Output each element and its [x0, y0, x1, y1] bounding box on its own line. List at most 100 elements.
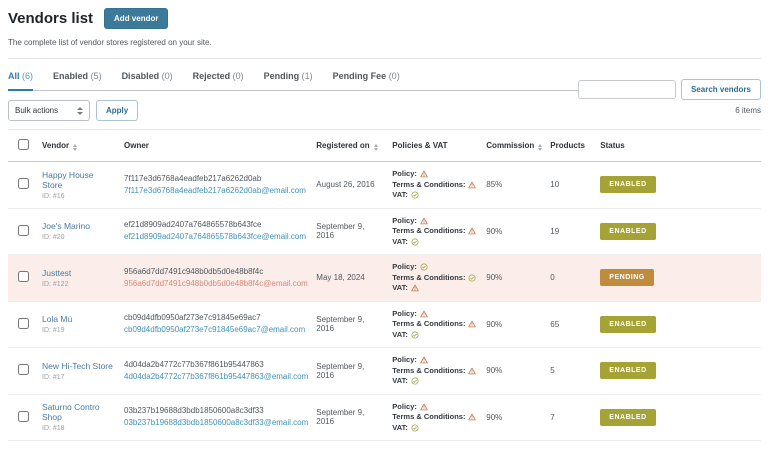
vendor-id: ID: #18: [42, 425, 65, 433]
row-checkbox[interactable]: [18, 178, 29, 190]
vendor-name-link[interactable]: Justtest: [42, 268, 71, 278]
row-checkbox[interactable]: [18, 224, 29, 236]
tab-disabled[interactable]: Disabled (0): [122, 71, 173, 91]
policy-status-icon: [420, 356, 428, 364]
products-count: 65: [546, 301, 597, 348]
vendor-name-link[interactable]: Joe's Marino: [42, 221, 90, 231]
sort-icon[interactable]: [538, 143, 543, 151]
vat-label: VAT:: [392, 329, 408, 339]
vendor-name-link[interactable]: New Hi-Tech Store: [42, 361, 113, 371]
table-row: New Hi-Tech Store ID: #17 4d04da2b4772c7…: [8, 347, 761, 395]
tab-all[interactable]: All (6): [8, 71, 34, 91]
owner-name: 7f117e3d6768a4eadfeb217a6262d0ab: [124, 173, 262, 183]
terms-status-icon: [468, 274, 476, 282]
status-badge: ENABLED: [600, 176, 656, 194]
row-checkbox[interactable]: [18, 364, 29, 376]
vendor-name-link[interactable]: Lola Mú: [42, 314, 72, 324]
search-input[interactable]: [577, 80, 676, 99]
search-vendors-button[interactable]: Search vendors: [680, 79, 761, 100]
terms-label: Terms & Conditions:: [392, 179, 466, 189]
vat-status-icon: [411, 331, 419, 339]
commission-value: 90%: [482, 254, 547, 302]
sort-icon[interactable]: [73, 143, 78, 151]
registered-date: September 9, 2016: [312, 347, 389, 395]
registered-date: September 9, 2016: [312, 208, 389, 255]
owner-email-link[interactable]: 956a6d7dd7491c948b0db5d0e48b8f4c@email.c…: [124, 279, 308, 289]
tab-rejected-count: (0): [232, 71, 244, 81]
status-badge: PENDING: [600, 269, 654, 287]
status-badge: ENABLED: [600, 222, 656, 240]
column-header-vendor[interactable]: Vendor: [38, 129, 120, 162]
tab-pending[interactable]: Pending (1): [264, 71, 313, 91]
table-row: Saturno Contro Shop ID: #18 03b237b19688…: [8, 394, 761, 441]
commission-value: 85%: [482, 161, 547, 209]
products-header-label: Products: [550, 141, 585, 150]
terms-label: Terms & Conditions:: [392, 226, 466, 235]
vat-status-icon: [411, 284, 419, 292]
table-row: Justtest ID: #122 956a6d7dd7491c948b0db5…: [8, 254, 761, 302]
tab-rejected[interactable]: Rejected (0): [193, 71, 244, 91]
table-header-row: Vendor Owner Registered on Policies & VA…: [8, 129, 761, 162]
row-checkbox[interactable]: [18, 317, 29, 329]
column-header-commission[interactable]: Commission: [482, 129, 547, 162]
table-row: Lola Mú ID: #19 cb09d4dfb0950af273e7c918…: [8, 301, 761, 348]
vat-label: VAT:: [392, 376, 408, 385]
owner-name: 03b237b19688d3bdb1850600a8c3df33: [124, 406, 264, 416]
vat-status-icon: [411, 377, 419, 385]
bulk-actions-select[interactable]: Bulk actions: [8, 100, 90, 121]
vendor-name-link[interactable]: Happy House Store: [42, 170, 116, 190]
bulk-actions-selected-value: Bulk actions: [15, 106, 59, 115]
commission-header-label: Commission: [486, 140, 535, 150]
policies-header-label: Policies & VAT: [392, 141, 448, 150]
vendors-list-page: Vendors list Add vendor The complete lis…: [0, 0, 769, 452]
owner-name: 4d04da2b4772c77b367f861b95447863: [124, 359, 264, 369]
tab-all-label: All: [8, 71, 20, 81]
commission-value: 90%: [482, 394, 547, 441]
tab-disabled-count: (0): [161, 71, 173, 81]
terms-label: Terms & Conditions:: [392, 412, 466, 421]
registered-date: September 9, 2016: [312, 394, 389, 441]
owner-email-link[interactable]: 03b237b19688d3bdb1850600a8c3df33@email.c…: [124, 418, 308, 428]
owner-email-link[interactable]: 7f117e3d6768a4eadfeb217a6262d0ab@email.c…: [124, 186, 306, 196]
table-row: Joe's Marino ID: #20 ef21d8909ad2407a764…: [8, 208, 761, 255]
apply-button[interactable]: Apply: [96, 100, 139, 121]
tab-pending-count: (1): [301, 71, 313, 81]
owner-name: ef21d8909ad2407a764865578b643fce: [124, 220, 262, 230]
add-vendor-button[interactable]: Add vendor: [104, 8, 169, 29]
policy-label: Policy:: [392, 308, 417, 318]
owner-email-link[interactable]: cb09d4dfb0950af273e7c91845e69ac7@email.c…: [124, 325, 305, 335]
row-checkbox[interactable]: [18, 271, 29, 283]
policy-status-icon: [420, 403, 428, 411]
items-count: 6 items: [735, 106, 761, 115]
tab-pending-fee[interactable]: Pending Fee (0): [333, 71, 400, 91]
owner-email-link[interactable]: ef21d8909ad2407a764865578b643fce@email.c…: [124, 232, 306, 242]
vendor-id: ID: #17: [42, 373, 65, 381]
vat-label: VAT:: [392, 190, 408, 199]
owner-email-link[interactable]: 4d04da2b4772c77b367f861b95447863@email.c…: [124, 372, 308, 382]
select-all-checkbox[interactable]: [18, 139, 29, 150]
column-header-registered[interactable]: Registered on: [312, 129, 389, 162]
status-header-label: Status: [600, 141, 625, 150]
tab-enabled-count: (5): [90, 71, 102, 81]
owner-name: 956a6d7dd7491c948b0db5d0e48b8f4c: [124, 266, 264, 276]
policy-label: Policy:: [392, 215, 417, 225]
vat-status-icon: [411, 424, 419, 432]
vendor-name-link[interactable]: Saturno Contro Shop: [42, 402, 116, 422]
status-badge: ENABLED: [600, 315, 656, 333]
owner-name: cb09d4dfb0950af273e7c91845e69ac7: [124, 313, 261, 323]
tab-enabled-label: Enabled: [53, 71, 89, 81]
vendor-id: ID: #20: [42, 234, 65, 242]
status-badge: ENABLED: [600, 362, 656, 380]
row-checkbox[interactable]: [18, 410, 29, 422]
tab-rejected-label: Rejected: [192, 71, 231, 81]
vendor-id: ID: #19: [42, 327, 65, 335]
vendor-id: ID: #122: [42, 280, 69, 288]
vendor-id: ID: #16: [42, 192, 65, 200]
vat-status-icon: [411, 238, 419, 246]
terms-status-icon: [468, 413, 477, 421]
tab-enabled[interactable]: Enabled (5): [53, 71, 102, 91]
vat-label: VAT:: [392, 283, 408, 292]
registered-date: August 26, 2016: [312, 161, 389, 209]
column-header-status: Status: [596, 129, 761, 162]
sort-icon[interactable]: [373, 143, 378, 151]
